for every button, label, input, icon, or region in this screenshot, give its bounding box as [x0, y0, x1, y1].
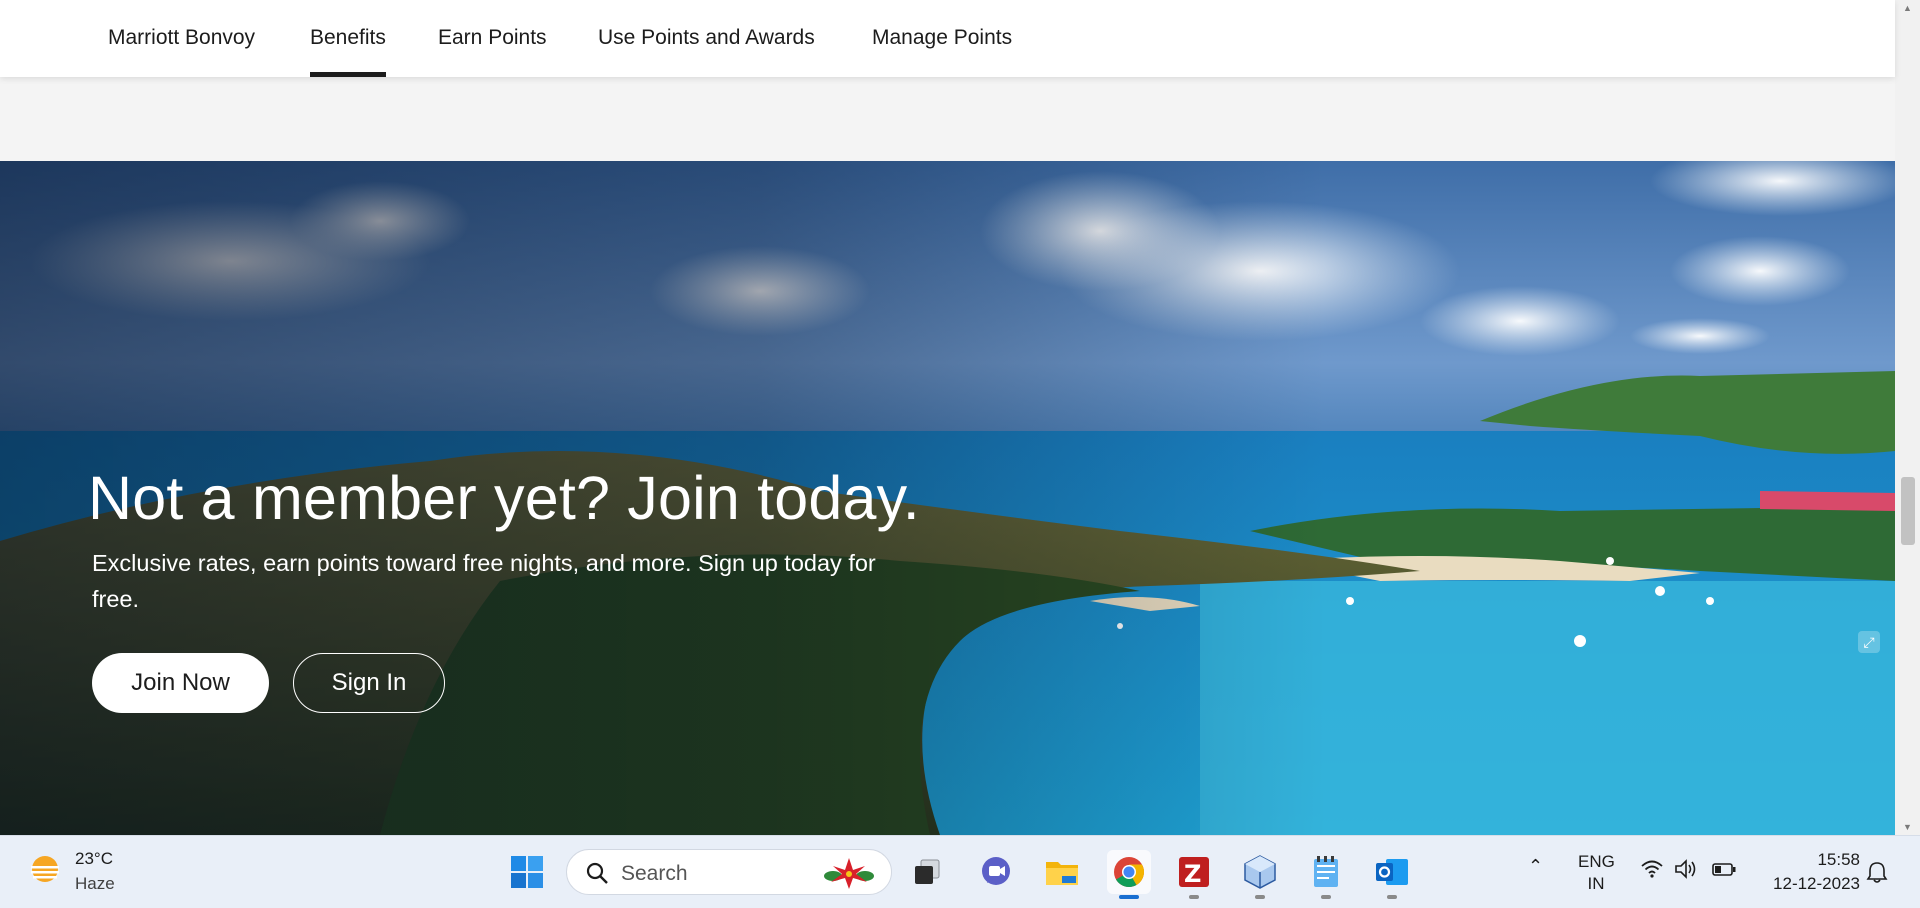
scroll-up-arrow-icon[interactable]: ▲ — [1895, 0, 1920, 16]
poinsettia-icon — [824, 858, 874, 889]
tab-earn-points[interactable]: Earn Points — [438, 26, 547, 50]
chat-icon[interactable] — [974, 850, 1018, 894]
windows-start-icon[interactable] — [505, 850, 549, 894]
gray-spacer-band — [0, 77, 1895, 161]
windows-taskbar: 23°C Haze Search Z ⌃ ENG IN 15:58 12-12-… — [0, 835, 1920, 908]
top-navigation: Marriott Bonvoy Benefits Earn Points Use… — [0, 0, 1895, 77]
tab-benefits[interactable]: Benefits — [310, 26, 386, 77]
clock-time[interactable]: 15:58 — [1760, 850, 1860, 870]
tab-marriott-bonvoy[interactable]: Marriott Bonvoy — [108, 26, 255, 50]
show-hidden-icons-chevron-icon[interactable]: ⌃ — [1528, 856, 1543, 877]
search-label: Search — [621, 862, 688, 885]
scrollbar-thumb[interactable] — [1901, 477, 1915, 545]
join-now-button[interactable]: Join Now — [92, 653, 269, 713]
weather-condition[interactable]: Haze — [75, 874, 115, 894]
filezilla-icon[interactable]: Z — [1172, 850, 1216, 899]
language-indicator[interactable]: ENG IN — [1578, 851, 1615, 895]
tab-use-points-and-awards[interactable]: Use Points and Awards — [598, 26, 815, 50]
svg-text:Z: Z — [1184, 860, 1201, 888]
file-explorer-icon[interactable] — [1040, 850, 1084, 894]
scroll-down-arrow-icon[interactable]: ▼ — [1895, 819, 1920, 835]
hero-title: Not a member yet? Join today. — [88, 464, 920, 532]
join-hero-banner: Not a member yet? Join today. Exclusive … — [0, 161, 1895, 835]
taskbar-search-box[interactable]: Search — [566, 849, 892, 895]
tab-manage-points[interactable]: Manage Points — [872, 26, 1012, 50]
clock-date[interactable]: 12-12-2023 — [1750, 874, 1860, 894]
sign-in-button[interactable]: Sign In — [293, 653, 445, 713]
notification-bell-icon[interactable] — [1866, 860, 1888, 884]
task-view-icon[interactable] — [905, 850, 949, 894]
wifi-icon[interactable] — [1640, 859, 1664, 879]
outlook-icon[interactable] — [1370, 850, 1414, 899]
virtualbox-icon[interactable] — [1238, 850, 1282, 899]
hero-subtitle: Exclusive rates, earn points toward free… — [92, 550, 876, 612]
chrome-icon[interactable] — [1107, 850, 1151, 899]
battery-icon[interactable] — [1711, 859, 1737, 879]
notepad-icon[interactable] — [1304, 850, 1348, 899]
weather-temperature[interactable]: 23°C — [75, 849, 113, 869]
expand-icon[interactable]: ⤢ — [1858, 631, 1880, 653]
sun-haze-icon[interactable] — [28, 852, 62, 886]
search-icon — [586, 862, 608, 884]
volume-icon[interactable] — [1674, 859, 1698, 879]
page-scrollbar[interactable]: ▲ ▼ — [1895, 0, 1920, 835]
